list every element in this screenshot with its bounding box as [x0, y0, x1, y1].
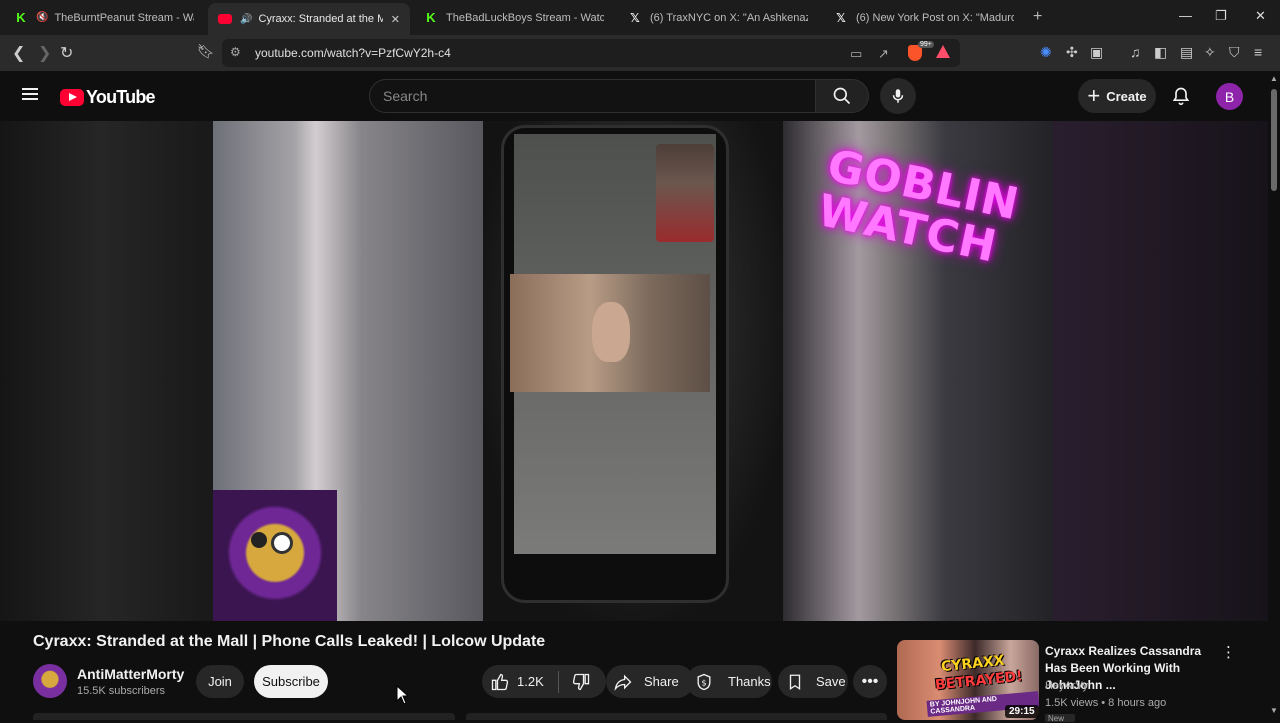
caller-face — [592, 302, 630, 362]
ambient-glow — [1052, 121, 1268, 621]
muted-speaker-icon[interactable]: 🔇 — [36, 12, 48, 23]
speaker-icon[interactable]: 🔊 — [240, 14, 252, 25]
kick-icon: K — [16, 10, 26, 25]
bookmark-icon[interactable]: 🔖︎ — [197, 43, 215, 60]
video-frame[interactable]: GOBLIN WATCH — [213, 121, 1053, 621]
phone-footage — [483, 121, 783, 621]
extensions-puzzle-icon[interactable]: ✣ — [1066, 44, 1078, 61]
microphone-icon — [892, 89, 904, 103]
video-player[interactable]: GOBLIN WATCH — [0, 121, 1268, 621]
notifications-bell-icon[interactable] — [1171, 86, 1191, 111]
like-dislike-group: 1.2K — [482, 665, 606, 698]
plus-icon: + — [1087, 83, 1101, 108]
voice-search-button[interactable] — [880, 78, 916, 114]
join-button[interactable]: Join — [196, 665, 244, 698]
url-text[interactable]: youtube.com/watch?v=PzfCwY2h-c4 — [255, 46, 451, 60]
address-bar[interactable]: ⚙︎ youtube.com/watch?v=PzfCwY2h-c4 ▭ ↗ 9… — [222, 39, 960, 67]
description-box-top[interactable] — [33, 713, 455, 720]
youtube-play-icon — [60, 89, 84, 106]
shields-count-badge: 99+ — [918, 41, 934, 48]
account-avatar[interactable]: B — [1216, 83, 1243, 110]
browser-menu-icon[interactable]: ≡ — [1254, 44, 1262, 60]
share-page-icon[interactable]: ↗ — [878, 46, 889, 62]
recommended-meta: 1.5K views • 8 hours ago — [1045, 697, 1167, 709]
like-divider — [557, 670, 559, 693]
wallet-icon[interactable]: ▤ — [1180, 44, 1193, 61]
recommended-channel[interactable]: HeyArVy — [1045, 680, 1088, 692]
browser-tab-theburntpeanut[interactable]: K 🔇 TheBurntPeanut Stream - Watch L — [4, 4, 204, 31]
close-tab-icon[interactable]: ✕ — [391, 13, 400, 26]
duration-badge: 29:15 — [1005, 705, 1039, 718]
bookmark-save-icon — [789, 674, 801, 690]
media-music-icon[interactable]: ♫ — [1130, 44, 1141, 60]
x-icon: 𝕏 — [836, 10, 846, 25]
recommended-menu-icon[interactable]: ⋮ — [1221, 643, 1236, 661]
share-icon — [614, 674, 632, 691]
site-settings-icon[interactable]: ⚙︎ — [230, 45, 241, 59]
scroll-up-icon[interactable]: ▲ — [1270, 74, 1278, 83]
page-scrollbar[interactable]: ▲ ▼ — [1268, 71, 1280, 720]
new-badge: New — [1045, 714, 1075, 723]
browser-tab-thebadluckboys[interactable]: K TheBadLuckBoys Stream - Watch Live — [414, 4, 614, 31]
thanks-button[interactable]: $ Thanks — [686, 665, 772, 698]
minimize-window-icon[interactable]: — — [1179, 8, 1192, 23]
eyepatch-icon — [251, 532, 267, 548]
thumbs-down-icon — [572, 673, 589, 690]
search-box — [369, 79, 816, 113]
kick-icon: K — [426, 10, 436, 25]
guide-menu-icon[interactable] — [22, 88, 38, 100]
scrollbar-thumb[interactable] — [1271, 89, 1277, 191]
save-button[interactable]: Save — [778, 665, 848, 698]
youtube-icon — [218, 14, 232, 24]
dislike-button[interactable] — [571, 672, 591, 692]
vpn-shield-icon[interactable]: ⛉ — [1229, 44, 1240, 61]
video-title: Cyraxx: Stranded at the Mall | Phone Cal… — [33, 633, 546, 650]
subscribe-button[interactable]: Subscribe — [254, 665, 328, 698]
thumbs-up-icon — [491, 673, 509, 690]
close-window-icon[interactable]: ✕ — [1255, 8, 1266, 24]
like-button[interactable]: 1.2K — [482, 672, 544, 692]
back-arrow-icon[interactable]: ❮ — [12, 43, 25, 63]
browser-tab-cyraxx-active[interactable]: 🔊 Cyraxx: Stranded at the Mall | ✕ — [208, 3, 410, 35]
comments-box-top[interactable] — [466, 713, 887, 720]
browser-tab-traxnyc[interactable]: 𝕏 (6) TraxNYC on X: "An Ashkenazi less — [618, 4, 818, 31]
sidebar-icon[interactable]: ◧ — [1154, 44, 1167, 61]
search-icon — [833, 87, 851, 105]
channel-avatar[interactable] — [33, 664, 67, 698]
search-input[interactable] — [383, 88, 783, 104]
forward-arrow-icon[interactable]: ❯ — [38, 43, 51, 63]
mouse-cursor-icon — [396, 685, 409, 705]
svg-text:$: $ — [701, 677, 706, 687]
restore-window-icon[interactable]: ❐ — [1215, 8, 1227, 24]
extension-icon[interactable]: ✺ — [1040, 44, 1052, 61]
caller-pip-video — [656, 144, 714, 242]
cast-icon[interactable]: ▭ — [850, 46, 862, 62]
browser-tab-nypost[interactable]: 𝕏 (6) New York Post on X: "Maduro Ope — [824, 4, 1024, 31]
scroll-down-icon[interactable]: ▼ — [1270, 706, 1278, 715]
reload-icon[interactable]: ↻ — [60, 43, 73, 63]
facetime-screen — [510, 134, 716, 554]
youtube-header: YouTube + Create B — [0, 71, 1268, 121]
share-button[interactable]: Share — [606, 665, 694, 698]
brave-rewards-icon[interactable] — [936, 45, 950, 58]
new-tab-icon[interactable]: + — [1033, 8, 1042, 26]
x-icon: 𝕏 — [630, 10, 640, 25]
more-actions-icon[interactable]: ••• — [853, 665, 887, 698]
main-caller-video — [510, 274, 710, 392]
subscriber-count: 15.5K subscribers — [77, 685, 166, 697]
channel-name[interactable]: AntiMatterMorty — [77, 666, 184, 682]
phone-device — [501, 125, 729, 603]
screenshot-icon[interactable]: ▣ — [1090, 44, 1103, 61]
search-button[interactable] — [815, 79, 869, 113]
channel-watermark-logo[interactable] — [213, 490, 337, 621]
browser-toolbar: ❮ ❯ ↻ 🔖︎ ⚙︎ youtube.com/watch?v=PzfCwY2h… — [0, 35, 1280, 71]
super-thanks-icon: $ — [697, 673, 711, 690]
leo-ai-icon[interactable]: ✧ — [1204, 44, 1216, 61]
youtube-logo[interactable]: YouTube — [60, 87, 156, 108]
eye-icon — [271, 532, 293, 554]
browser-tab-strip: K 🔇 TheBurntPeanut Stream - Watch L 🔊 Cy… — [0, 0, 1280, 35]
create-button[interactable]: + Create — [1078, 79, 1156, 113]
